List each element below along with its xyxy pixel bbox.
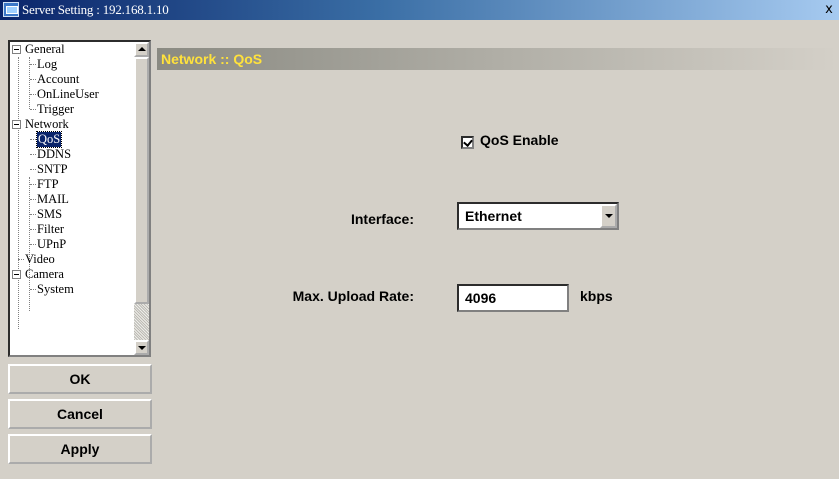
- tree-scrollbar[interactable]: [134, 42, 149, 355]
- tree-node-label: OnLineUser: [37, 87, 99, 101]
- tree-node-label: Network: [25, 117, 69, 131]
- scroll-down-icon[interactable]: [134, 340, 149, 355]
- apply-button[interactable]: Apply: [8, 434, 152, 464]
- tree-node-label: System: [37, 282, 74, 296]
- qos-enable-label: QoS Enable: [480, 132, 559, 148]
- section-title: Network :: QoS: [161, 51, 263, 67]
- cancel-button[interactable]: Cancel: [8, 399, 152, 429]
- tree-node-label: Trigger: [37, 102, 75, 116]
- collapse-icon[interactable]: [12, 120, 21, 129]
- tree-node-label: UPnP: [37, 237, 67, 251]
- tree-node-label: FTP: [37, 177, 59, 191]
- tree-node-label: Filter: [37, 222, 65, 236]
- tree-node-label: DDNS: [37, 147, 72, 161]
- tree-node-label: Video: [25, 252, 55, 266]
- tree-node-label: Camera: [25, 267, 64, 281]
- tree-node-label: SMS: [37, 207, 63, 221]
- collapse-icon[interactable]: [12, 270, 21, 279]
- scrollbar-track[interactable]: [134, 304, 149, 340]
- content-header: Network :: QoS: [157, 48, 839, 70]
- tree-node-label: MAIL: [37, 192, 69, 206]
- app-icon: [3, 2, 19, 17]
- window-title: Server Setting : 192.168.1.10: [22, 2, 169, 17]
- tree-nodes: General Log Account OnLineUser Trigger N…: [10, 42, 136, 355]
- interface-label: Interface:: [350, 211, 414, 227]
- qos-enable-checkbox[interactable]: [461, 136, 474, 149]
- max-upload-input[interactable]: 4096: [457, 284, 569, 312]
- collapse-icon[interactable]: [12, 45, 21, 54]
- close-button[interactable]: x: [821, 2, 837, 17]
- scrollbar-thumb[interactable]: [134, 57, 149, 304]
- title-bar: Server Setting : 192.168.1.10 x: [0, 0, 839, 20]
- interface-value: Ethernet: [465, 208, 522, 224]
- max-upload-label: Max. Upload Rate:: [292, 288, 414, 304]
- interface-select[interactable]: Ethernet: [457, 202, 619, 230]
- scroll-up-icon[interactable]: [134, 42, 149, 57]
- settings-tree: General Log Account OnLineUser Trigger N…: [8, 40, 151, 357]
- upload-unit-label: kbps: [580, 288, 613, 304]
- tree-node-label: SNTP: [37, 162, 68, 176]
- ok-button[interactable]: OK: [8, 364, 152, 394]
- tree-node-label: Account: [37, 72, 80, 86]
- tree-node-label: General: [25, 42, 65, 56]
- tree-node-label: Log: [37, 57, 58, 71]
- chevron-down-icon[interactable]: [600, 204, 617, 228]
- tree-node-label: QoS: [35, 131, 63, 148]
